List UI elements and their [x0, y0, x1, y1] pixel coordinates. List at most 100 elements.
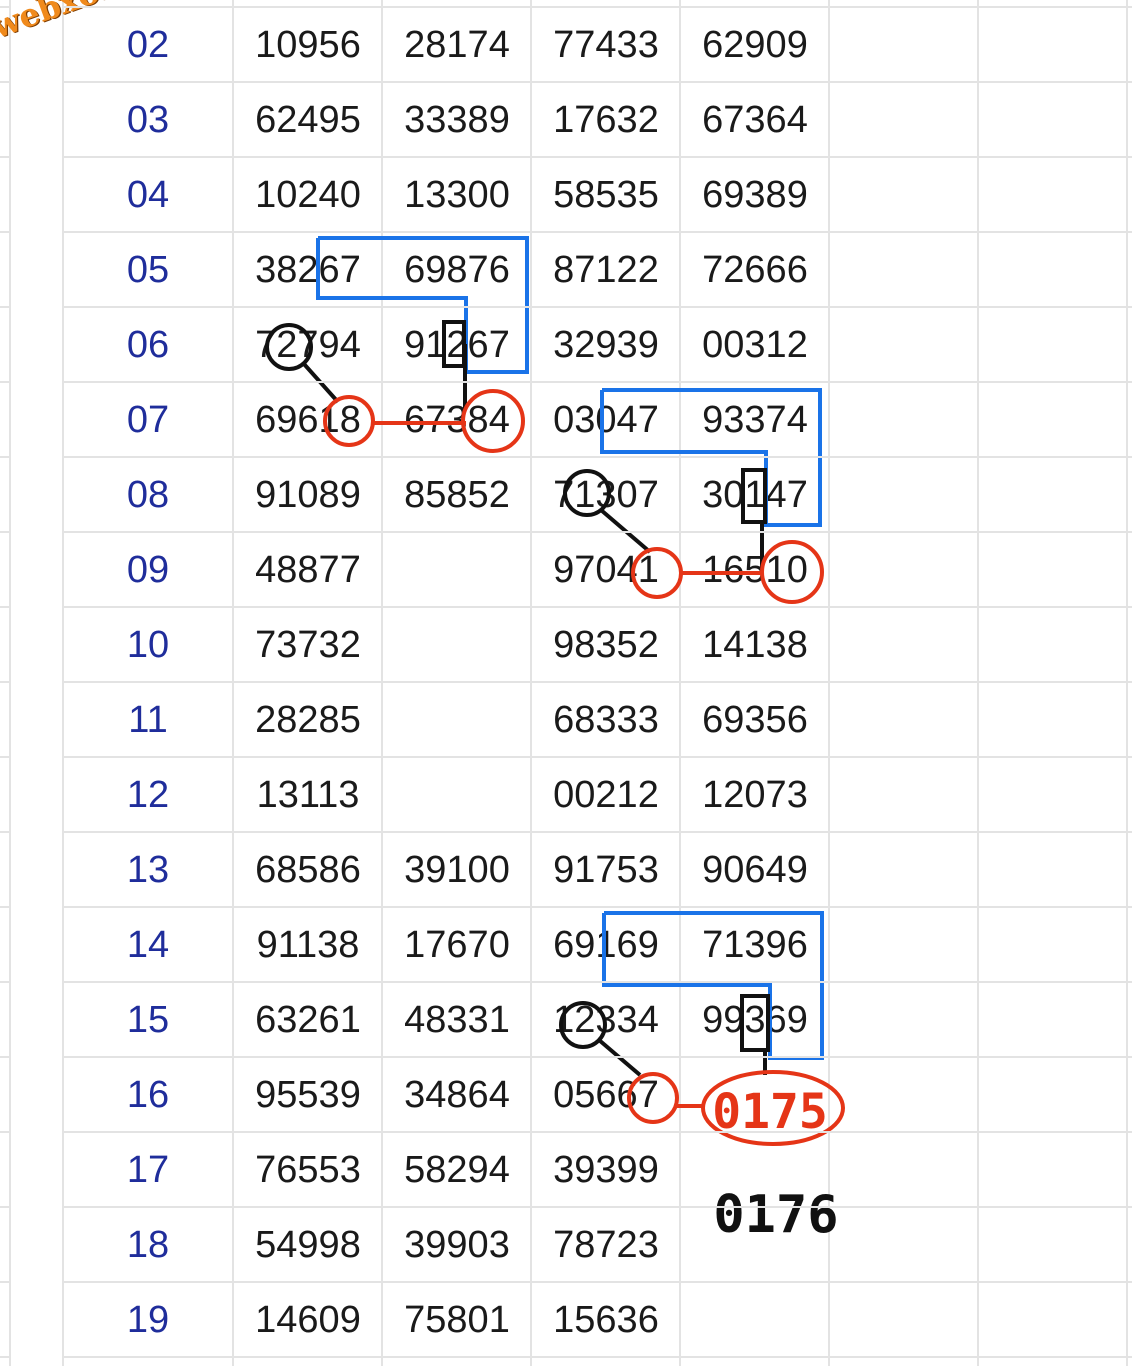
- prize-cell[interactable]: 99369: [681, 981, 829, 1056]
- prize-cell[interactable]: 17632: [532, 81, 680, 156]
- prize-cell[interactable]: 10240: [234, 156, 382, 231]
- day-cell[interactable]: 14: [64, 906, 232, 981]
- table-row: 03 62495 33389 17632 67364: [0, 81, 1132, 156]
- prize-cell[interactable]: 93374: [681, 381, 829, 456]
- day-cell[interactable]: 06: [64, 306, 232, 381]
- prize-cell[interactable]: 75801: [383, 1281, 531, 1356]
- prize-cell[interactable]: 33389: [383, 81, 531, 156]
- day-cell[interactable]: 15: [64, 981, 232, 1056]
- prize-cell[interactable]: 91138: [234, 906, 382, 981]
- prize-cell[interactable]: 58535: [532, 156, 680, 231]
- prize-cell[interactable]: [681, 1281, 829, 1356]
- prize-cell[interactable]: 38267: [234, 231, 382, 306]
- prize-cell[interactable]: 13300: [383, 156, 531, 231]
- prize-cell[interactable]: 15636: [532, 1281, 680, 1356]
- prize-cell[interactable]: 78723: [532, 1206, 680, 1281]
- day-cell[interactable]: 11: [64, 681, 232, 756]
- prize-cell[interactable]: 16510: [681, 531, 829, 606]
- prize-cell[interactable]: 85852: [383, 456, 531, 531]
- prize-cell[interactable]: 12334: [532, 981, 680, 1056]
- day-cell[interactable]: 17: [64, 1131, 232, 1206]
- prize-cell[interactable]: 69356: [681, 681, 829, 756]
- prize-cell[interactable]: 91089: [234, 456, 382, 531]
- prize-cell[interactable]: 97041: [532, 531, 680, 606]
- table-row: 10 73732 98352 14138: [0, 606, 1132, 681]
- prize-cell[interactable]: 12073: [681, 756, 829, 831]
- grid-line: [62, 1131, 1132, 1133]
- prize-cell[interactable]: [383, 606, 531, 681]
- day-cell[interactable]: 18: [64, 1206, 232, 1281]
- table-row: 11 28285 68333 69356: [0, 681, 1132, 756]
- prize-cell[interactable]: 68586: [234, 831, 382, 906]
- prize-cell[interactable]: [681, 1131, 829, 1206]
- prize-cell[interactable]: 67384: [383, 381, 531, 456]
- prize-cell[interactable]: 71307: [532, 456, 680, 531]
- prize-cell[interactable]: [383, 756, 531, 831]
- prize-cell[interactable]: 14609: [234, 1281, 382, 1356]
- grid-line: [62, 6, 1132, 8]
- prize-cell[interactable]: 48331: [383, 981, 531, 1056]
- table-row: 16 95539 34864 05667: [0, 1056, 1132, 1131]
- prize-cell[interactable]: 39903: [383, 1206, 531, 1281]
- table-row: 18 54998 39903 78723: [0, 1206, 1132, 1281]
- prize-cell[interactable]: 91267: [383, 306, 531, 381]
- day-cell[interactable]: 07: [64, 381, 232, 456]
- prize-cell[interactable]: 98352: [532, 606, 680, 681]
- prize-cell[interactable]: 87122: [532, 231, 680, 306]
- prize-cell[interactable]: 48877: [234, 531, 382, 606]
- prize-cell[interactable]: 62495: [234, 81, 382, 156]
- prize-cell[interactable]: 62909: [681, 6, 829, 81]
- prize-cell[interactable]: 90649: [681, 831, 829, 906]
- prize-cell[interactable]: 28285: [234, 681, 382, 756]
- day-cell[interactable]: 10: [64, 606, 232, 681]
- day-cell[interactable]: 09: [64, 531, 232, 606]
- prize-cell[interactable]: 72794: [234, 306, 382, 381]
- prize-cell[interactable]: 28174: [383, 6, 531, 81]
- prize-cell[interactable]: 39399: [532, 1131, 680, 1206]
- prize-cell[interactable]: 10956: [234, 6, 382, 81]
- day-cell[interactable]: 05: [64, 231, 232, 306]
- prize-cell[interactable]: 14138: [681, 606, 829, 681]
- prize-cell[interactable]: 68333: [532, 681, 680, 756]
- prize-cell[interactable]: 00312: [681, 306, 829, 381]
- prize-cell[interactable]: 71396: [681, 906, 829, 981]
- prize-cell[interactable]: 00212: [532, 756, 680, 831]
- prize-cell[interactable]: 69389: [681, 156, 829, 231]
- prize-cell[interactable]: 05667: [532, 1056, 680, 1131]
- day-cell[interactable]: 12: [64, 756, 232, 831]
- prize-cell[interactable]: [681, 1206, 829, 1281]
- prize-cell[interactable]: 58294: [383, 1131, 531, 1206]
- prize-cell[interactable]: 91753: [532, 831, 680, 906]
- prize-cell[interactable]: 69169: [532, 906, 680, 981]
- prize-cell[interactable]: 13113: [234, 756, 382, 831]
- prize-cell[interactable]: 77433: [532, 6, 680, 81]
- prize-cell[interactable]: [383, 531, 531, 606]
- prize-cell[interactable]: 30147: [681, 456, 829, 531]
- prize-cell[interactable]: [681, 1056, 829, 1131]
- grid-line: [62, 81, 1132, 83]
- prize-cell[interactable]: 32939: [532, 306, 680, 381]
- prize-cell[interactable]: 17670: [383, 906, 531, 981]
- prize-cell[interactable]: 67364: [681, 81, 829, 156]
- day-cell[interactable]: 03: [64, 81, 232, 156]
- prize-cell[interactable]: 95539: [234, 1056, 382, 1131]
- prize-cell[interactable]: 69618: [234, 381, 382, 456]
- prize-cell[interactable]: 72666: [681, 231, 829, 306]
- prize-cell[interactable]: 76553: [234, 1131, 382, 1206]
- day-cell[interactable]: 02: [64, 6, 232, 81]
- prize-cell[interactable]: 63261: [234, 981, 382, 1056]
- grid-line: [62, 1206, 1132, 1208]
- day-cell[interactable]: 13: [64, 831, 232, 906]
- prize-cell[interactable]: 39100: [383, 831, 531, 906]
- prize-cell[interactable]: 03047: [532, 381, 680, 456]
- day-cell[interactable]: 19: [64, 1281, 232, 1356]
- prize-cell[interactable]: [383, 681, 531, 756]
- prize-cell[interactable]: 54998: [234, 1206, 382, 1281]
- day-cell[interactable]: 04: [64, 156, 232, 231]
- prize-cell[interactable]: 73732: [234, 606, 382, 681]
- day-cell[interactable]: 08: [64, 456, 232, 531]
- day-cell[interactable]: 16: [64, 1056, 232, 1131]
- prize-cell[interactable]: 69876: [383, 231, 531, 306]
- table-row: 13 68586 39100 91753 90649: [0, 831, 1132, 906]
- prize-cell[interactable]: 34864: [383, 1056, 531, 1131]
